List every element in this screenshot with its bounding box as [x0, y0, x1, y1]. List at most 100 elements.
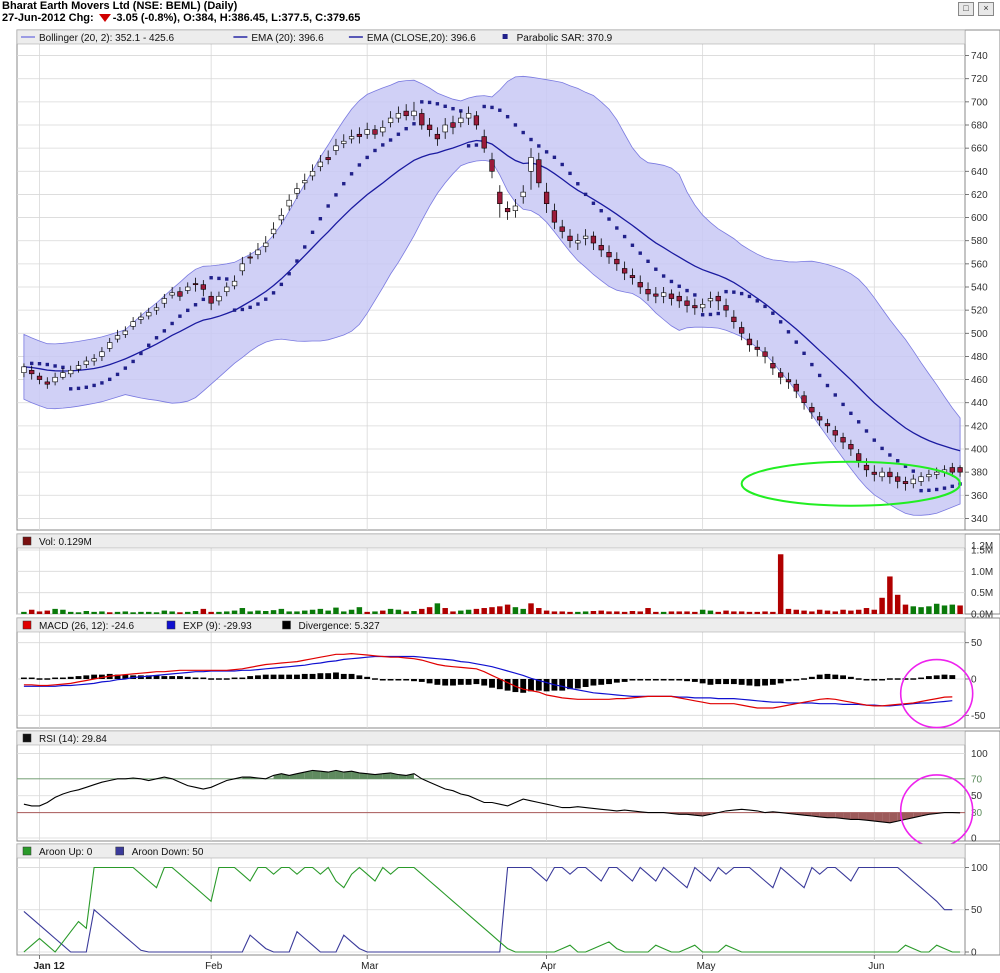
x-tick-label: Jan 12: [34, 961, 66, 972]
volume-bar: [863, 608, 870, 614]
candle-body: [520, 191, 526, 198]
candle-body: [902, 481, 909, 485]
candle-body: [762, 351, 768, 357]
sar-dot: [310, 230, 315, 234]
divergence-bar: [184, 676, 191, 679]
volume-bar: [902, 604, 909, 614]
legend-swatch: [22, 620, 32, 630]
divergence-bar: [216, 678, 222, 680]
volume-bar: [824, 610, 831, 614]
volume-bar: [263, 611, 269, 614]
volume-bar: [614, 611, 620, 614]
candle-body: [68, 370, 74, 375]
divergence-bar: [356, 675, 363, 679]
sar-dot: [427, 100, 432, 105]
price-tick-label: 380: [971, 468, 988, 479]
volume-bar: [832, 611, 839, 614]
volume-bar: [208, 611, 214, 614]
volume-tick-label: 1.2M: [971, 541, 993, 552]
volume-bar: [317, 608, 324, 614]
divergence-bar: [161, 676, 168, 679]
candle-body: [107, 342, 113, 349]
price-tick-label: 720: [971, 74, 988, 85]
candle-body: [114, 335, 121, 340]
volume-bar: [44, 610, 51, 614]
divergence-bar: [582, 679, 589, 687]
divergence-bar: [317, 673, 324, 679]
sar-dot: [482, 104, 486, 109]
divergence-bar: [746, 679, 753, 686]
candle-body: [778, 372, 784, 378]
candle-body: [278, 214, 284, 221]
volume-tick-label: 1.0M: [971, 567, 993, 578]
divergence-bar: [925, 676, 932, 679]
candle-body: [949, 467, 955, 473]
candle-body: [832, 430, 838, 436]
sar-dot: [466, 144, 471, 148]
sar-dot: [326, 204, 330, 208]
divergence-bar: [598, 679, 605, 685]
rsi-panel: [16, 730, 966, 842]
legend-item: Aroon Down: 50: [132, 847, 204, 858]
legend-item: Divergence: 5.327: [299, 621, 381, 632]
candle-body: [36, 375, 43, 380]
sar-dot: [919, 488, 923, 493]
sar-dot: [147, 343, 151, 347]
divergence-bar: [177, 676, 183, 679]
volume-bar: [216, 611, 222, 614]
divergence-bar: [543, 679, 550, 692]
candle-body: [543, 191, 550, 204]
candle-body: [793, 383, 799, 392]
aroon-panel-axis: [964, 843, 1000, 956]
divergence-bar: [847, 676, 854, 679]
sar-dot: [201, 297, 206, 302]
sar-dot: [295, 259, 299, 263]
divergence-bar: [286, 674, 293, 679]
divergence-bar: [910, 678, 917, 680]
candle-body: [161, 298, 167, 304]
candle-body: [216, 295, 222, 302]
price-tick-label: 740: [971, 51, 988, 62]
sar-dot: [934, 487, 939, 492]
divergence-bar: [528, 679, 534, 692]
volume-bar: [177, 612, 183, 614]
volume-bar: [777, 554, 784, 614]
volume-bar: [582, 611, 589, 614]
volume-bar: [161, 610, 168, 614]
candle-body: [99, 351, 105, 357]
candle-body: [434, 133, 441, 140]
sar-dot: [115, 372, 120, 377]
sar-dot: [318, 217, 323, 221]
sar-dot: [443, 104, 447, 109]
price-tick-label: 500: [971, 329, 988, 340]
divergence-bar: [255, 675, 261, 679]
volume-bar: [785, 608, 792, 614]
candle-body: [731, 316, 737, 323]
volume-legend: [16, 533, 966, 549]
x-tick-label: Mar: [361, 961, 379, 972]
divergence-bar: [660, 679, 667, 681]
candle-body: [325, 157, 331, 161]
divergence-bar: [590, 679, 597, 686]
divergence-bar: [28, 677, 35, 680]
volume-bar: [442, 608, 448, 614]
candle-body: [21, 366, 27, 373]
sar-dot: [45, 362, 50, 367]
volume-bar: [559, 611, 565, 614]
macd-tick-label: 50: [971, 638, 983, 649]
divergence-bar: [559, 679, 566, 691]
sar-dot: [638, 251, 642, 255]
legend-item: Parabolic SAR: 370.9: [517, 33, 613, 44]
rsi-tick-label: 0: [971, 834, 977, 845]
candle-body: [122, 330, 128, 335]
sar-dot: [591, 201, 596, 205]
candle-body: [270, 228, 277, 235]
legend-item: Bollinger (20, 2): 352.1 - 425.6: [39, 33, 175, 44]
price-tick-label: 440: [971, 398, 988, 409]
divergence-bar: [411, 679, 417, 682]
candle-body: [442, 124, 448, 133]
divergence-bar: [270, 674, 277, 679]
sar-dot: [193, 303, 198, 307]
divergence-bar: [59, 677, 66, 680]
sar-dot: [677, 284, 681, 288]
